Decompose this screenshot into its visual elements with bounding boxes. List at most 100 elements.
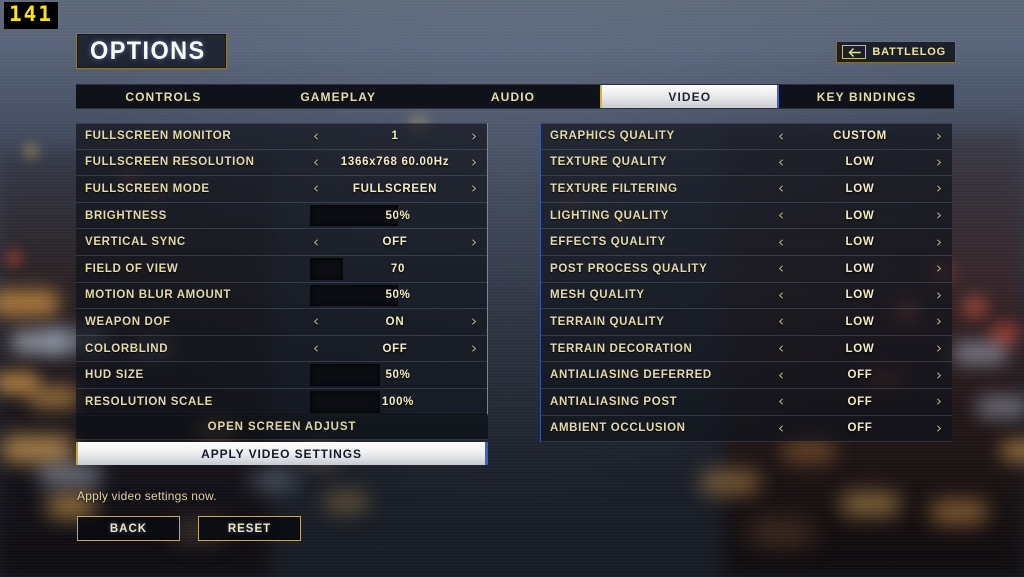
setting-row[interactable]: WEAPON DOF ‹ ON › xyxy=(76,309,487,336)
setting-row[interactable]: FULLSCREEN MODE ‹ FULLSCREEN › xyxy=(76,176,487,203)
setting-slider[interactable]: 50% xyxy=(310,364,486,386)
chevron-right-icon[interactable]: › xyxy=(930,420,948,436)
chevron-left-icon[interactable]: ‹ xyxy=(772,154,790,170)
setting-row[interactable]: TEXTURE FILTERING ‹ LOW › xyxy=(541,176,952,203)
chevron-left-icon[interactable]: ‹ xyxy=(772,394,790,409)
tab-label: AUDIO xyxy=(490,89,536,104)
setting-row[interactable]: FULLSCREEN RESOLUTION ‹ 1366x768 60.00Hz › xyxy=(76,149,487,177)
chevron-right-icon[interactable]: › xyxy=(465,128,483,144)
chevron-left-icon[interactable]: ‹ xyxy=(307,234,325,250)
setting-selector: ‹ LOW › xyxy=(772,283,948,309)
setting-label: TEXTURE FILTERING xyxy=(550,182,678,195)
apply-video-settings-button[interactable]: APPLY VIDEO SETTINGS xyxy=(76,442,488,465)
chevron-right-icon[interactable]: › xyxy=(465,234,483,250)
chevron-right-icon[interactable]: › xyxy=(930,208,948,223)
chevron-right-icon[interactable]: › xyxy=(930,341,948,356)
chevron-right-icon[interactable]: › xyxy=(465,341,483,356)
chevron-right-icon[interactable]: › xyxy=(930,234,948,250)
chevron-left-icon[interactable]: ‹ xyxy=(772,341,790,356)
chevron-left-icon[interactable]: ‹ xyxy=(772,367,790,383)
setting-row[interactable]: TEXTURE QUALITY ‹ LOW › xyxy=(541,149,952,177)
setting-row[interactable]: TERRAIN DECORATION ‹ LOW › xyxy=(541,335,952,363)
setting-value: OFF xyxy=(847,422,873,435)
setting-slider[interactable]: 70 xyxy=(310,257,486,280)
setting-slider[interactable]: 100% xyxy=(310,390,486,413)
setting-row[interactable]: AMBIENT OCCLUSION ‹ OFF › xyxy=(541,415,952,443)
chevron-right-icon[interactable]: › xyxy=(930,261,948,276)
setting-row[interactable]: COLORBLIND ‹ OFF › xyxy=(76,335,487,363)
setting-slider[interactable]: 50% xyxy=(310,284,486,307)
chevron-right-icon[interactable]: › xyxy=(465,314,483,329)
chevron-right-icon[interactable]: › xyxy=(930,154,948,170)
chevron-left-icon[interactable]: ‹ xyxy=(772,287,790,303)
setting-selector: ‹ OFF › xyxy=(772,389,948,415)
setting-label: COLORBLIND xyxy=(85,342,169,355)
setting-value: FULLSCREEN xyxy=(352,182,438,195)
setting-selector: ‹ OFF › xyxy=(307,336,483,362)
chevron-right-icon[interactable]: › xyxy=(930,181,948,196)
setting-label: TERRAIN QUALITY xyxy=(550,315,665,328)
tab-gameplay[interactable]: GAMEPLAY xyxy=(251,85,426,108)
open-screen-adjust-button[interactable]: OPEN SCREEN ADJUST xyxy=(76,414,488,440)
setting-label: RESOLUTION SCALE xyxy=(85,395,213,408)
setting-row[interactable]: TERRAIN QUALITY ‹ LOW › xyxy=(541,309,952,336)
chevron-left-icon[interactable]: ‹ xyxy=(307,181,325,196)
chevron-left-icon[interactable]: ‹ xyxy=(772,314,790,329)
chevron-right-icon[interactable]: › xyxy=(930,394,948,409)
tab-audio[interactable]: AUDIO xyxy=(426,85,601,108)
setting-row[interactable]: EFFECTS QUALITY ‹ LOW › xyxy=(541,229,952,256)
chevron-left-icon[interactable]: ‹ xyxy=(772,128,790,144)
slider-value: 50% xyxy=(385,209,411,222)
battlelog-label: BATTLELOG xyxy=(872,46,946,58)
setting-row[interactable]: FIELD OF VIEW 70 xyxy=(76,255,487,283)
setting-row[interactable]: BRIGHTNESS 50% xyxy=(76,202,487,230)
page-title-label: OPTIONS xyxy=(90,36,206,65)
setting-label: HUD SIZE xyxy=(85,369,144,382)
setting-label: ANTIALIASING DEFERRED xyxy=(550,369,712,382)
chevron-left-icon[interactable]: ‹ xyxy=(772,234,790,250)
chevron-right-icon[interactable]: › xyxy=(930,314,948,329)
chevron-right-icon[interactable]: › xyxy=(465,154,483,170)
setting-row[interactable]: LIGHTING QUALITY ‹ LOW › xyxy=(541,202,952,230)
setting-row[interactable]: ANTIALIASING DEFERRED ‹ OFF › xyxy=(541,362,952,389)
reset-button[interactable]: RESET xyxy=(198,516,301,541)
chevron-left-icon[interactable]: ‹ xyxy=(307,314,325,329)
setting-row[interactable]: FULLSCREEN MONITOR ‹ 1 › xyxy=(76,123,487,150)
setting-row[interactable]: GRAPHICS QUALITY ‹ CUSTOM › xyxy=(541,123,952,150)
setting-row[interactable]: RESOLUTION SCALE 100% xyxy=(76,388,487,416)
battlelog-button[interactable]: BATTLELOG xyxy=(836,41,956,63)
chevron-left-icon[interactable]: ‹ xyxy=(772,261,790,276)
setting-slider[interactable]: 50% xyxy=(310,204,486,227)
setting-row[interactable]: ANTIALIASING POST ‹ OFF › xyxy=(541,388,952,416)
setting-label: LIGHTING QUALITY xyxy=(550,209,670,222)
chevron-right-icon[interactable]: › xyxy=(930,367,948,383)
setting-selector: ‹ 1366x768 60.00Hz › xyxy=(307,150,483,176)
setting-row[interactable]: POST PROCESS QUALITY ‹ LOW › xyxy=(541,255,952,283)
setting-label: FULLSCREEN MONITOR xyxy=(85,130,232,143)
chevron-right-icon[interactable]: › xyxy=(930,128,948,144)
setting-row[interactable]: MOTION BLUR AMOUNT 50% xyxy=(76,282,487,310)
setting-selector: ‹ LOW › xyxy=(772,256,948,282)
tab-video[interactable]: VIDEO xyxy=(600,85,780,108)
tab-controls[interactable]: CONTROLS xyxy=(76,85,251,108)
chevron-left-icon[interactable]: ‹ xyxy=(772,181,790,196)
chevron-left-icon[interactable]: ‹ xyxy=(772,208,790,223)
chevron-right-icon[interactable]: › xyxy=(465,181,483,196)
back-button[interactable]: BACK xyxy=(77,516,180,541)
setting-row[interactable]: VERTICAL SYNC ‹ OFF › xyxy=(76,229,487,256)
setting-selector: ‹ OFF › xyxy=(307,229,483,255)
setting-label: ANTIALIASING POST xyxy=(550,395,678,408)
setting-row[interactable]: HUD SIZE 50% xyxy=(76,362,487,389)
fps-counter: 141 xyxy=(4,2,58,29)
setting-selector: ‹ LOW › xyxy=(772,336,948,362)
chevron-left-icon[interactable]: ‹ xyxy=(772,420,790,436)
chevron-left-icon[interactable]: ‹ xyxy=(307,341,325,356)
status-hint-text: Apply video settings now. xyxy=(77,489,217,503)
tab-label: VIDEO xyxy=(668,89,712,104)
chevron-left-icon[interactable]: ‹ xyxy=(307,154,325,170)
setting-selector: ‹ FULLSCREEN › xyxy=(307,176,483,202)
tab-key-bindings[interactable]: KEY BINDINGS xyxy=(779,85,954,108)
setting-row[interactable]: MESH QUALITY ‹ LOW › xyxy=(541,282,952,310)
chevron-left-icon[interactable]: ‹ xyxy=(307,128,325,144)
chevron-right-icon[interactable]: › xyxy=(930,287,948,303)
